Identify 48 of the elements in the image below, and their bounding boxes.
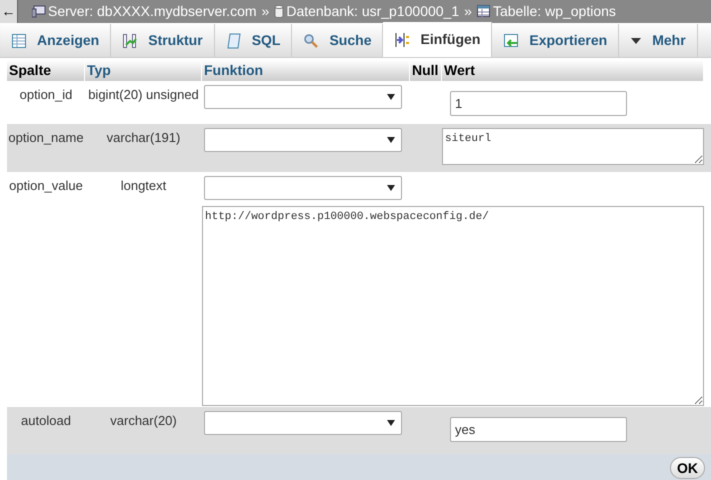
back-button[interactable]: ← bbox=[0, 0, 18, 23]
table-cell: option_value bbox=[9, 178, 83, 193]
table-cell: longtext bbox=[120, 178, 166, 193]
breadcrumb-separator: » bbox=[262, 2, 270, 21]
scroll-icon bbox=[226, 32, 242, 48]
breadcrumb-link[interactable]: Server: dbXXXX.mydbserver.com bbox=[32, 1, 257, 22]
tab[interactable]: Anzeigen bbox=[0, 24, 112, 57]
function-dropdown[interactable] bbox=[204, 411, 402, 435]
column-header[interactable]: Typ bbox=[85, 60, 202, 81]
caret-icon bbox=[387, 185, 395, 191]
value-textarea[interactable]: http://wordpress.p100000.webspaceconfig.de/ bbox=[202, 206, 704, 406]
ok-button[interactable]: OK bbox=[670, 457, 705, 479]
structure-icon bbox=[122, 32, 138, 48]
breadcrumb-separator: » bbox=[464, 2, 472, 21]
caret-icon bbox=[387, 94, 395, 100]
server-icon bbox=[32, 5, 46, 18]
table-cell: autoload bbox=[21, 413, 71, 428]
column-header[interactable]: Funktion bbox=[202, 60, 410, 81]
function-dropdown[interactable] bbox=[204, 85, 402, 109]
tab[interactable]: Einfügen bbox=[383, 22, 492, 57]
tab[interactable]: SQL bbox=[214, 24, 292, 57]
table-cell: varchar(20) bbox=[110, 413, 177, 428]
column-header: Wert bbox=[442, 60, 704, 81]
breadcrumb-link[interactable]: Datenbank: usr_p100000_1 bbox=[274, 1, 460, 22]
search-icon bbox=[303, 32, 320, 48]
caret-icon bbox=[630, 36, 642, 44]
value-field[interactable]: 1 bbox=[450, 91, 627, 116]
tab[interactable]: Struktur bbox=[111, 24, 215, 57]
column-header: Spalte bbox=[7, 60, 85, 81]
table-icon bbox=[11, 32, 27, 48]
table-cell: option_name bbox=[8, 130, 84, 145]
table-cell: varchar(191) bbox=[106, 130, 180, 145]
value-textarea[interactable]: siteurl bbox=[442, 128, 704, 165]
caret-icon bbox=[387, 420, 395, 426]
value-field[interactable]: yes bbox=[450, 417, 627, 442]
column-header: Null bbox=[410, 60, 442, 81]
table-icon bbox=[476, 5, 491, 18]
tab[interactable]: Mehr bbox=[619, 24, 698, 57]
caret-icon bbox=[387, 137, 395, 143]
function-dropdown[interactable] bbox=[204, 128, 402, 152]
table-cell: bigint(20) unsigned bbox=[88, 87, 199, 102]
tab[interactable]: Exportieren bbox=[492, 24, 620, 57]
insert-icon bbox=[394, 32, 410, 48]
breadcrumb-link[interactable]: Tabelle: wp_options bbox=[476, 1, 616, 22]
database-icon bbox=[274, 5, 284, 18]
function-dropdown[interactable] bbox=[204, 176, 402, 200]
export-icon bbox=[503, 32, 520, 48]
table-cell: option_id bbox=[20, 87, 72, 102]
